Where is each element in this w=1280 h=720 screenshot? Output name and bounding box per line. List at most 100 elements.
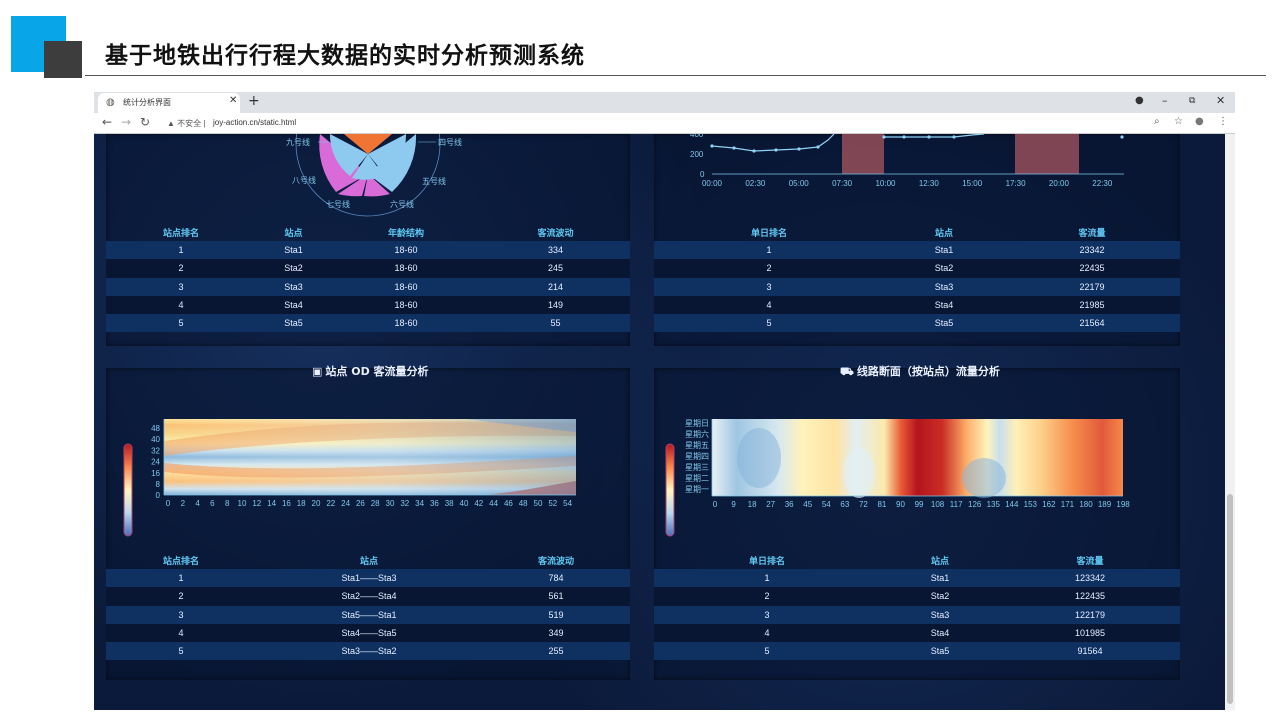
- age-rank-table: 站点排名 站点 年龄结构 客流波动 1 Sta1 18-60 334 2 Sta2 18-…: [106, 224, 630, 333]
- rose-label-7: 七号线: [326, 199, 350, 209]
- bookmark-star-icon[interactable]: ☆: [1174, 116, 1183, 127]
- profile-icon[interactable]: ●: [1135, 95, 1144, 106]
- cell: Sta2: [256, 259, 331, 278]
- cell: 122179: [1000, 605, 1180, 624]
- od-heatmap: 484032241680 0 2 4 6 8 10 12 14 16 18 20 22 24 26 28 30…: [123, 419, 576, 537]
- tick-label: 27: [766, 500, 775, 509]
- reload-icon[interactable]: ↻: [140, 115, 150, 129]
- back-icon[interactable]: ←: [102, 115, 112, 129]
- tab-bar: ◍ 统计分析界面 ✕ + ● – ⧉ ✕: [94, 92, 1235, 113]
- cell: 55: [481, 314, 630, 333]
- tick-label: 星期二: [685, 474, 709, 483]
- cell: 561: [482, 587, 630, 606]
- cell: Sta4——Sta5: [256, 623, 482, 643]
- data-point: [902, 135, 906, 139]
- close-tab-icon[interactable]: ✕: [229, 95, 237, 106]
- table-row: 2 Sta2 22435: [654, 259, 1180, 278]
- cell: 18-60: [331, 259, 481, 278]
- cell: 101985: [1000, 623, 1180, 643]
- visual-map-bar[interactable]: [665, 443, 675, 537]
- globe-icon: ◍: [106, 97, 115, 108]
- tick-label: 星期日: [685, 419, 709, 428]
- y-tick: 200: [690, 150, 704, 159]
- table-header-row: 站点排名 站点 年龄结构 客流波动: [106, 224, 630, 241]
- rose-petals: [295, 134, 441, 217]
- page-scrollbar[interactable]: [1225, 134, 1235, 710]
- tick-label: 44: [489, 499, 498, 508]
- section-rank-table: 单日排名 站点 客流量 1 Sta1 123342 2 Sta2 122435 3 Sta…: [654, 552, 1180, 661]
- minimize-icon[interactable]: –: [1162, 94, 1168, 107]
- cell: 5: [654, 642, 880, 661]
- col-header: 站点: [284, 228, 303, 238]
- cell: Sta1: [256, 241, 331, 260]
- data-point: [816, 145, 820, 149]
- tick-label: 20: [312, 499, 321, 508]
- forward-icon[interactable]: →: [121, 115, 131, 129]
- slide-divider: [85, 75, 1266, 76]
- not-secure-label[interactable]: ▲ 不安全 |: [167, 118, 205, 129]
- section-panel: ⛟ 线路断面（按站点）流量分析 星期日 星期六 星期五 星期四 星期三 星期二 …: [654, 365, 1180, 680]
- rose-label-5: 五号线: [422, 176, 446, 186]
- tick-label: 26: [356, 499, 365, 508]
- cell: Sta4: [880, 623, 1000, 643]
- tick-label: 15:00: [962, 179, 983, 188]
- visual-map-bar[interactable]: [123, 443, 133, 537]
- tick-label: 00:00: [702, 179, 723, 188]
- cell: Sta1: [884, 241, 1004, 260]
- table-row: 2 Sta2 122435: [654, 587, 1180, 606]
- tick-label: 16: [282, 499, 291, 508]
- tick-label: 46: [504, 499, 513, 508]
- tick-label: 28: [371, 499, 380, 508]
- browser-tab[interactable]: ◍ 统计分析界面 ✕: [98, 93, 240, 113]
- tick-label: 星期三: [685, 463, 709, 472]
- scrollbar-thumb[interactable]: [1227, 494, 1233, 704]
- table-header-row: 单日排名 站点 客流量: [654, 552, 1180, 569]
- tick-label: 180: [1079, 500, 1093, 509]
- tick-label: 14: [267, 499, 276, 508]
- url-input[interactable]: joy-action.cn/static.html: [213, 118, 296, 127]
- restore-icon[interactable]: ⧉: [1189, 96, 1195, 106]
- table-row: 5 Sta5 21564: [654, 314, 1180, 333]
- table-row: 2 Sta2 18-60 245: [106, 259, 630, 278]
- tick-label: 99: [915, 500, 924, 509]
- data-point: [1120, 135, 1124, 139]
- data-point: [710, 144, 714, 148]
- x-axis-ticks: 0 2 4 6 8 10 12 14 16 18 20 22 24 26 28 30 32 34 36 38 40 42 4…: [166, 499, 573, 508]
- tick-label: 135: [987, 500, 1001, 509]
- data-point: [732, 146, 736, 150]
- security-text: 不安全: [177, 119, 202, 128]
- slide-title: 基于地铁出行行程大数据的实时分析预测系统: [105, 43, 585, 69]
- cell: 784: [482, 569, 630, 588]
- more-menu-icon[interactable]: ⋮: [1218, 116, 1228, 127]
- cell: 3: [106, 277, 256, 296]
- close-window-icon[interactable]: ✕: [1216, 94, 1225, 107]
- tick-label: 162: [1042, 500, 1056, 509]
- cell: 334: [481, 241, 630, 260]
- tick-label: 48: [519, 499, 528, 508]
- avatar[interactable]: ●: [1195, 116, 1204, 127]
- tick-label: 0: [166, 499, 171, 508]
- rose-label-8: 八号线: [292, 175, 316, 185]
- tick-label: 18: [297, 499, 306, 508]
- col-header: 客流量: [1078, 228, 1106, 238]
- cell: Sta2: [880, 587, 1000, 606]
- cell: 1: [654, 241, 884, 260]
- cell: 5: [106, 314, 256, 333]
- y-axis-ticks: 48 40 32 24 16 8 0: [151, 424, 160, 500]
- cell: 3: [654, 605, 880, 624]
- tick-label: 171: [1061, 500, 1075, 509]
- cell: 349: [482, 623, 630, 643]
- cell: 4: [654, 295, 884, 315]
- zoom-icon[interactable]: ⌕: [1154, 116, 1160, 127]
- tick-label: 36: [785, 500, 794, 509]
- data-point: [774, 148, 778, 152]
- table-row: 3 Sta5——Sta1 519: [106, 605, 630, 624]
- new-tab-button[interactable]: +: [248, 93, 260, 109]
- cell: Sta2: [884, 259, 1004, 278]
- rose-label-4: 四号线: [438, 137, 462, 147]
- tick-label: 54: [822, 500, 831, 509]
- table-row: 4 Sta4 21985: [654, 295, 1180, 315]
- tick-label: 2: [181, 499, 186, 508]
- tick-label: 198: [1116, 500, 1130, 509]
- flow-line: [711, 134, 835, 152]
